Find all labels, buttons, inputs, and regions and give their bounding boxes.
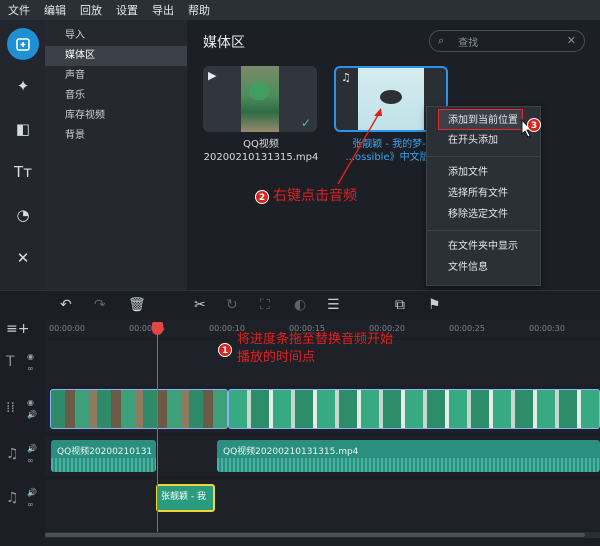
volume-icon[interactable]: 🔊 — [27, 410, 37, 419]
text-track-icon: T — [6, 354, 15, 370]
waveform — [217, 458, 600, 472]
export-clip-icon[interactable]: ⧉ — [395, 297, 405, 313]
video-track-icon: ⁞⁞ — [6, 400, 15, 416]
undo-icon[interactable]: ↶ — [60, 297, 72, 313]
music-track — [45, 480, 600, 530]
waveform — [51, 458, 156, 472]
ruler-label: 00:00:30 — [529, 324, 565, 333]
music-note-icon: ♫ — [6, 446, 19, 462]
add-track-icon[interactable]: ≡+ — [6, 321, 29, 337]
redo-icon[interactable]: ↷ — [94, 297, 106, 313]
step2-badge: 2 — [255, 190, 269, 204]
cut-icon[interactable]: ✂ — [194, 297, 206, 313]
step1-line1: 将进度条拖至替换音频开始 — [237, 332, 394, 347]
clip-label: QQ视频20200210131 — [57, 447, 153, 457]
step1-line2: 播放的时间点 — [237, 350, 316, 365]
delete-icon[interactable]: 🗑 — [128, 297, 146, 313]
ruler-label: 00:00:00 — [49, 324, 85, 333]
visibility-icon[interactable]: ◉ — [27, 398, 34, 407]
step2-text: 右键点击音频 — [273, 188, 357, 204]
timeline-scrollbar[interactable] — [45, 532, 600, 538]
color-adjust-icon[interactable]: ◐ — [294, 297, 306, 313]
marker-flag-icon[interactable]: ⚑ — [428, 297, 441, 313]
title-track-head: T ◉ ∞ — [0, 340, 45, 386]
playhead-line — [157, 323, 158, 533]
music-track-head: ♫ 🔊 ∞ — [0, 480, 45, 528]
audio-track-head: ♫ 🔊 ∞ — [0, 436, 45, 476]
clip-label: QQ视频20200210131315.mp4 — [223, 447, 359, 457]
crop-icon[interactable]: ⛶ — [260, 297, 270, 313]
rotate-icon[interactable]: ↻ — [226, 297, 238, 313]
video-clip-2[interactable] — [228, 389, 600, 429]
video-clip-1[interactable] — [50, 389, 228, 429]
settings-sliders-icon[interactable]: ☰ — [327, 297, 340, 313]
link-icon[interactable]: ∞ — [27, 456, 34, 465]
volume-icon[interactable]: 🔊 — [27, 488, 37, 497]
link-icon[interactable]: ∞ — [27, 364, 34, 373]
audio-clip-1[interactable]: QQ视频20200210131 — [51, 440, 156, 472]
timeline-toolbar: ↶ ↷ 🗑 ✂ ↻ ⛶ ◐ ☰ ⧉ ⚑ — [0, 290, 600, 320]
music-clip[interactable]: 张靓颖 - 我 — [156, 484, 215, 512]
music-note-icon: ♫ — [6, 490, 19, 506]
audio-clip-2[interactable]: QQ视频20200210131315.mp4 — [217, 440, 600, 472]
link-icon[interactable]: ∞ — [27, 500, 34, 509]
visibility-icon[interactable]: ◉ — [27, 352, 34, 361]
video-track-head: ⁞⁞ ◉ 🔊 — [0, 388, 45, 432]
add-track-area: ≡+ — [0, 320, 45, 338]
clip-label: 张靓颖 - 我 — [161, 492, 206, 502]
step3-badge: 3 — [527, 118, 541, 132]
step1-badge: 1 — [218, 343, 232, 357]
playhead-handle[interactable] — [152, 322, 163, 335]
step1-text: 将进度条拖至替换音频开始 播放的时间点 — [237, 331, 393, 367]
ruler-label: 00:00:25 — [449, 324, 485, 333]
volume-icon[interactable]: 🔊 — [27, 444, 37, 453]
